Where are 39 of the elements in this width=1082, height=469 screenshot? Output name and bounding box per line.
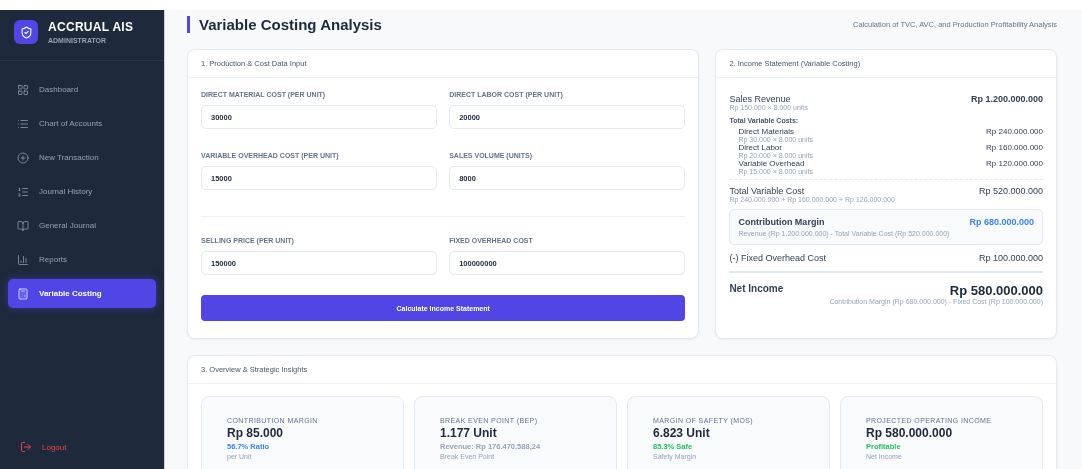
sidebar-item[interactable]: Reports	[8, 245, 156, 274]
row-amount: Rp 160.000.000	[986, 143, 1043, 152]
row-label: Net Income	[729, 283, 784, 294]
row-amount: Rp 100.000.000	[978, 253, 1043, 263]
sidebar-item[interactable]: Chart of Accounts	[8, 109, 156, 138]
list-icon	[17, 117, 29, 130]
row-amount: Rp 580.000.000	[949, 283, 1043, 298]
numbered-list-icon	[17, 185, 29, 198]
plus-circle-icon	[17, 151, 29, 164]
sidebar-item[interactable]: Dashboard	[8, 75, 156, 104]
row-label: Variable Overhead	[738, 159, 806, 168]
logout-icon	[20, 441, 32, 453]
row-label: (-) Fixed Overhead Cost	[729, 253, 826, 263]
sidebar-item[interactable]: Journal History	[8, 177, 156, 206]
calculator-icon	[17, 287, 29, 300]
book-icon	[17, 219, 29, 232]
row-label: Direct Labor	[738, 143, 783, 152]
row-amount: Rp 120.000.000	[986, 159, 1043, 168]
brand-name: ACCRUAL AIS	[48, 20, 134, 34]
row-amount: Rp 240.000.000	[986, 127, 1043, 136]
row-label: Total Variable Cost	[729, 186, 806, 196]
bar-chart-icon	[17, 253, 29, 266]
grid-icon	[17, 83, 29, 96]
metric-value: 6.823 Unit	[653, 426, 711, 440]
page-title: Variable Costing Analysis	[187, 16, 382, 33]
row-label: Sales Revenue	[729, 94, 792, 104]
row-label: Contribution Margin	[738, 217, 825, 227]
logout-link[interactable]: Logout	[0, 441, 164, 469]
row-amount: Rp 520.000.000	[978, 186, 1043, 196]
row-amount: Rp 1.200.000.000	[970, 94, 1043, 104]
row-amount: Rp 680.000.000	[969, 217, 1034, 227]
metric-value: Rp 580.000.000	[866, 426, 954, 440]
sidebar-item[interactable]: General Journal	[8, 211, 156, 240]
metric-value: 1.177 Unit	[440, 426, 498, 440]
row-label: Direct Materials	[738, 127, 795, 136]
shield-logo-icon	[14, 20, 38, 44]
sidebar-item[interactable]: New Transaction	[8, 143, 156, 172]
sidebar-item[interactable]: Variable Costing	[8, 279, 156, 308]
metric-value: Rp 85.000	[227, 426, 285, 440]
